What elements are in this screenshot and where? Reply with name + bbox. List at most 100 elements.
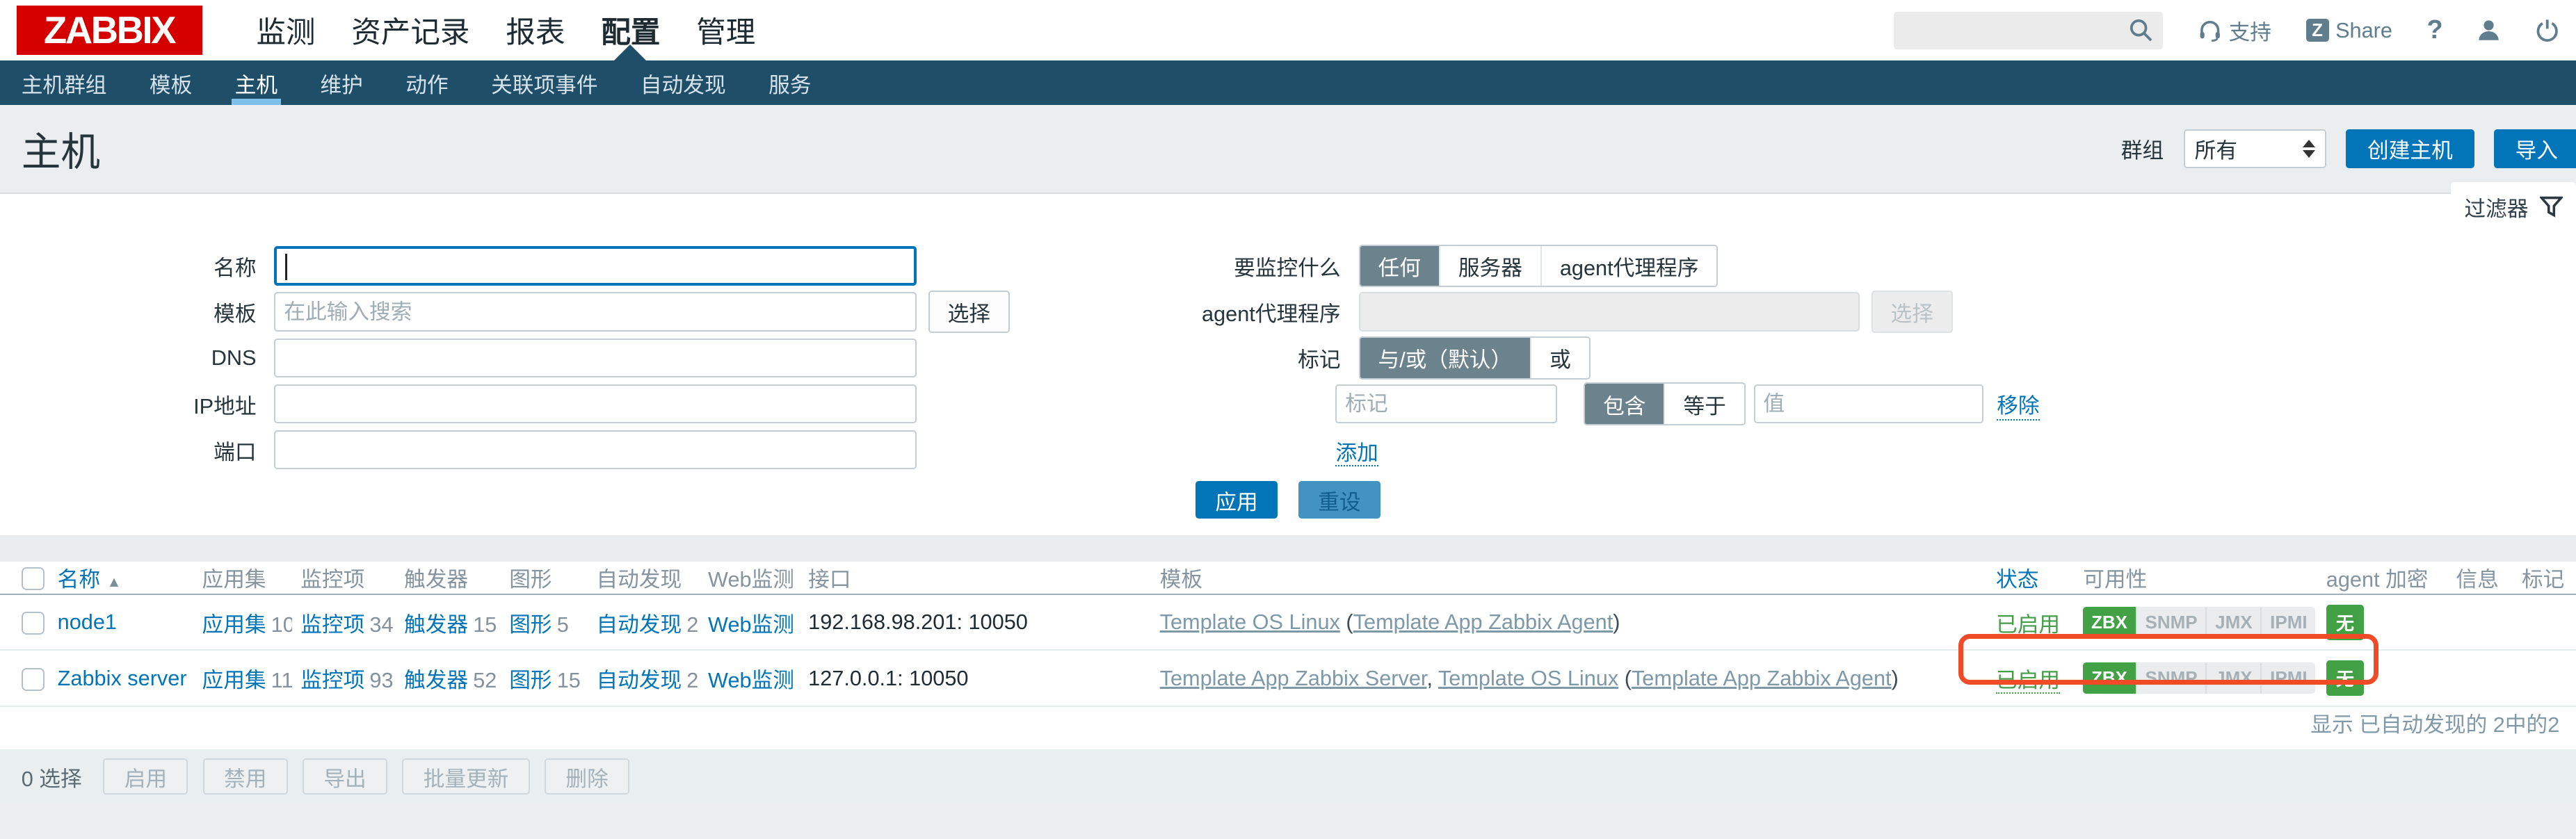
encryption-badge[interactable]: 无: [2326, 660, 2364, 696]
top-right-controls: 支持 Z Share ?: [1894, 12, 2576, 49]
tags-cell: [2513, 594, 2576, 650]
template-link[interactable]: Template OS Linux: [1438, 666, 1618, 690]
subnav-maintenance[interactable]: 维护: [299, 60, 385, 105]
tag-value-input[interactable]: [1754, 384, 1984, 424]
port-filter-input[interactable]: [274, 430, 917, 470]
web-link[interactable]: Web监测: [708, 668, 794, 692]
menu-item-configuration[interactable]: 配置: [583, 0, 678, 60]
group-select-value: 所有: [2195, 133, 2303, 164]
host-name-link[interactable]: node1: [58, 610, 117, 634]
profile-button[interactable]: [2477, 19, 2500, 42]
host-name-link[interactable]: Zabbix server: [58, 666, 187, 690]
template-separator: (: [1618, 666, 1632, 690]
row-checkbox[interactable]: [22, 612, 45, 635]
tag-remove-link[interactable]: 移除: [1997, 388, 2039, 421]
menu-item-inventory[interactable]: 资产记录: [333, 0, 488, 60]
column-tags: 标记: [2513, 562, 2576, 594]
white-gap: [0, 735, 2576, 749]
column-templates: 模板: [1152, 562, 1988, 594]
graphs-link[interactable]: 图形: [509, 612, 552, 637]
triggers-link[interactable]: 触发器: [404, 612, 468, 637]
discovery-link[interactable]: 自动发现: [596, 612, 682, 637]
triggers-link[interactable]: 触发器: [404, 668, 468, 692]
monitored-by-server[interactable]: 服务器: [1440, 246, 1542, 286]
interface-cell: 127.0.0.1: 10050: [800, 650, 1152, 706]
table-header-row: 名称▲ 应用集 监控项 触发器 图形 自动发现 Web监测 接口 模板 状态 可…: [0, 562, 2576, 594]
subnav-hosts[interactable]: 主机: [214, 60, 299, 105]
reset-button: 重设: [1298, 481, 1380, 519]
web-link[interactable]: Web监测: [708, 612, 794, 637]
ip-filter-input[interactable]: [274, 384, 917, 424]
logout-button[interactable]: [2535, 18, 2559, 42]
menu-item-monitoring[interactable]: 监测: [238, 0, 333, 60]
create-host-button[interactable]: 创建主机: [2346, 129, 2474, 169]
filter-toggle-tab[interactable]: 过滤器: [2451, 182, 2576, 231]
tag-match-equals[interactable]: 等于: [1665, 384, 1744, 423]
tag-match-segmented: 包含 等于: [1584, 382, 1746, 425]
group-select[interactable]: 所有: [2184, 129, 2327, 169]
discovery-link[interactable]: 自动发现: [596, 668, 682, 692]
help-button[interactable]: ?: [2427, 15, 2443, 45]
tag-match-contains[interactable]: 包含: [1585, 384, 1665, 423]
column-web: Web监测: [700, 562, 800, 594]
info-cell: [2448, 650, 2513, 706]
monitored-by-proxy[interactable]: agent代理程序: [1542, 246, 1716, 286]
status-enabled-link[interactable]: 已启用: [1996, 612, 2060, 638]
template-filter-label: 模板: [0, 296, 274, 327]
name-filter-input[interactable]: [274, 246, 917, 286]
page-header: 主机 群组 所有 创建主机 导入: [0, 105, 2576, 194]
applications-link[interactable]: 应用集: [202, 612, 266, 637]
column-interface: 接口: [800, 562, 1152, 594]
select-all-checkbox[interactable]: [22, 567, 45, 590]
row-checkbox[interactable]: [22, 668, 45, 691]
template-link[interactable]: Template OS Linux: [1160, 610, 1340, 634]
status-enabled-link[interactable]: 已启用: [1996, 668, 2060, 694]
group-filter-label: 群组: [2121, 133, 2164, 164]
tag-add-link[interactable]: 添加: [1335, 441, 1378, 466]
template-link[interactable]: Template App Zabbix Agent: [1353, 610, 1613, 634]
global-search-input[interactable]: [1894, 12, 2163, 49]
menu-item-reports[interactable]: 报表: [488, 0, 583, 60]
template-filter-input[interactable]: [274, 292, 917, 332]
column-sort-name[interactable]: 名称: [58, 567, 100, 592]
subnav-event-correlation[interactable]: 关联项事件: [469, 60, 619, 105]
availability-cell: ZBX SNMP JMX IPMI: [2075, 650, 2318, 706]
support-link[interactable]: 支持: [2198, 15, 2271, 46]
menu-item-administration[interactable]: 管理: [678, 0, 773, 60]
tags-operator-or[interactable]: 或: [1531, 338, 1589, 377]
tag-name-input[interactable]: [1335, 384, 1557, 424]
encryption-badge[interactable]: 无: [2326, 605, 2364, 640]
discovery-count: 2: [686, 668, 698, 692]
applications-link[interactable]: 应用集: [202, 668, 266, 692]
applications-count: 10: [271, 612, 293, 637]
dns-filter-input[interactable]: [274, 339, 917, 378]
share-link[interactable]: Z Share: [2306, 18, 2392, 43]
proxy-label: agent代理程序: [1084, 296, 1358, 327]
items-link[interactable]: 监控项: [300, 668, 364, 692]
mass-action-bar: 0 选择 启用 禁用 导出 批量更新 删除: [0, 749, 2576, 804]
column-apps: 应用集: [194, 562, 293, 594]
zabbix-logo[interactable]: ZABBIX: [17, 6, 202, 55]
subnav-templates[interactable]: 模板: [128, 60, 214, 105]
template-select-button[interactable]: 选择: [928, 291, 1010, 333]
tags-operator-andor[interactable]: 与/或（默认）: [1360, 338, 1532, 377]
template-link[interactable]: Template App Zabbix Server: [1160, 666, 1427, 690]
monitored-by-any[interactable]: 任何: [1360, 246, 1440, 286]
table-row: Zabbix server 应用集11 监控项93 触发器52 图形15 自动发…: [0, 650, 2576, 706]
availability-cell: ZBX SNMP JMX IPMI: [2075, 594, 2318, 650]
filter-panel: 名称 模板 选择 DNS IP地址 端口 要监控什么: [0, 194, 2576, 535]
items-link[interactable]: 监控项: [300, 612, 364, 637]
subnav-discovery[interactable]: 自动发现: [619, 60, 747, 105]
subnav-services[interactable]: 服务: [747, 60, 832, 105]
template-link[interactable]: Template App Zabbix Agent: [1632, 666, 1892, 690]
mass-update-button: 批量更新: [402, 758, 529, 795]
apply-button[interactable]: 应用: [1196, 481, 1278, 519]
column-encryption: agent 加密: [2318, 562, 2448, 594]
column-sort-status[interactable]: 状态: [1996, 567, 2038, 592]
select-stepper-icon: [2303, 140, 2315, 158]
subnav-actions[interactable]: 动作: [385, 60, 470, 105]
import-button[interactable]: 导入: [2494, 129, 2576, 169]
interface-cell: 192.168.98.201: 10050: [800, 594, 1152, 650]
subnav-host-groups[interactable]: 主机群组: [0, 60, 128, 105]
graphs-link[interactable]: 图形: [509, 668, 552, 692]
